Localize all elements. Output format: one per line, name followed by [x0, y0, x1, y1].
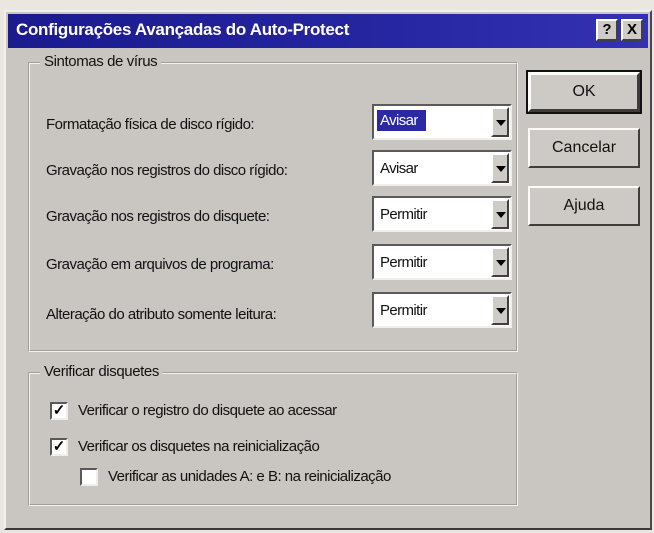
checkbox-unchecked-icon[interactable]: [80, 468, 98, 486]
close-icon[interactable]: X: [621, 19, 643, 41]
floppy-registry-write-label: Gravação nos registros do disquete:: [46, 208, 270, 225]
program-file-write-value: Permitir: [380, 254, 427, 271]
verify-floppies-on-restart-label: Verificar os disquetes na reinicializaçã…: [78, 438, 320, 455]
program-file-write-select[interactable]: Permitir: [372, 244, 512, 280]
disk-format-select[interactable]: Avisar: [372, 104, 512, 140]
verify-drives-ab-checkbox[interactable]: Verificar as unidades A: e B: na reinici…: [80, 466, 500, 490]
readonly-attribute-label: Alteração do atributo somente leitura:: [46, 306, 277, 323]
hd-registry-write-select[interactable]: Avisar: [372, 150, 512, 186]
virus-symptoms-legend: Sintomas de vírus: [40, 53, 162, 70]
chevron-down-icon[interactable]: [491, 199, 509, 229]
chevron-down-icon[interactable]: [491, 247, 509, 277]
chevron-down-icon[interactable]: [491, 107, 509, 137]
chevron-down-icon[interactable]: [491, 295, 509, 325]
floppy-registry-write-value: Permitir: [380, 206, 427, 223]
hd-registry-write-value: Avisar: [380, 160, 418, 177]
verify-floppies-group: Verificar disquetes ✓ Verificar o regist…: [28, 363, 518, 506]
window-title: Configurações Avançadas do Auto-Protect: [16, 20, 350, 39]
verify-floppies-on-restart-checkbox[interactable]: ✓ Verificar os disquetes na reinicializa…: [50, 436, 470, 460]
chevron-down-icon[interactable]: [491, 153, 509, 183]
cancel-button[interactable]: Cancelar: [528, 128, 640, 168]
disk-format-value: Avisar: [377, 110, 426, 131]
checkbox-checked-icon[interactable]: ✓: [50, 402, 68, 420]
verify-floppy-registry-label: Verificar o registro do disquete ao aces…: [78, 402, 337, 419]
verify-floppies-legend: Verificar disquetes: [40, 363, 163, 380]
hd-registry-write-label: Gravação nos registros do disco rígido:: [46, 162, 288, 179]
help-icon[interactable]: ?: [596, 19, 618, 41]
verify-drives-ab-label: Verificar as unidades A: e B: na reinici…: [108, 468, 391, 485]
title-bar[interactable]: Configurações Avançadas do Auto-Protect …: [8, 14, 648, 48]
ok-button[interactable]: OK: [526, 70, 642, 114]
readonly-attribute-value: Permitir: [380, 302, 427, 319]
floppy-registry-write-select[interactable]: Permitir: [372, 196, 512, 232]
readonly-attribute-select[interactable]: Permitir: [372, 292, 512, 328]
disk-format-label: Formatação física de disco rígido:: [46, 116, 255, 133]
checkbox-checked-icon[interactable]: ✓: [50, 438, 68, 456]
virus-symptoms-group: Sintomas de vírus Formatação física de d…: [28, 53, 518, 352]
help-button[interactable]: Ajuda: [528, 186, 640, 226]
verify-floppy-registry-checkbox[interactable]: ✓ Verificar o registro do disquete ao ac…: [50, 400, 470, 424]
program-file-write-label: Gravação em arquivos de programa:: [46, 256, 274, 273]
